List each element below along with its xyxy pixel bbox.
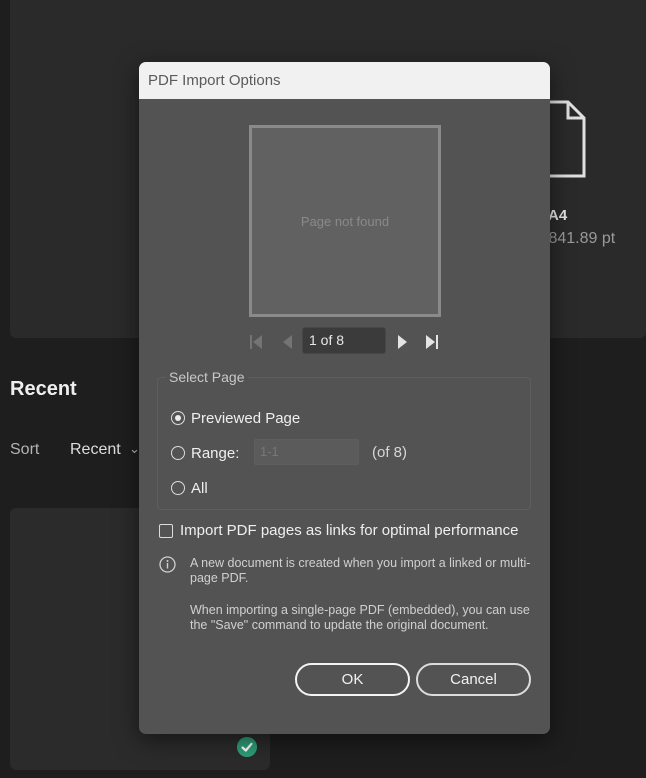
select-page-legend: Select Page (169, 369, 245, 385)
pdf-import-options-dialog: PDF Import Options Page not found 1 of 8… (139, 62, 550, 734)
info-icon (159, 556, 176, 573)
info-text-linked: A new document is created when you impor… (190, 556, 531, 585)
radio-label-previewed-page: Previewed Page (191, 409, 301, 427)
first-page-icon[interactable] (246, 332, 266, 352)
checkmark-icon (237, 737, 257, 757)
last-page-icon[interactable] (423, 332, 443, 352)
select-page-group: Select Page Previewed Page Range: 1-1 (o… (157, 369, 531, 510)
recent-heading: Recent (10, 378, 77, 400)
next-page-icon[interactable] (392, 332, 412, 352)
radio-label-all: All (191, 479, 208, 497)
range-input[interactable]: 1-1 (254, 439, 359, 465)
radio-range[interactable]: Range: (171, 443, 239, 463)
ok-button[interactable]: OK (295, 663, 410, 696)
previous-page-icon[interactable] (278, 332, 298, 352)
range-page-count: (of 8) (372, 444, 408, 461)
dialog-title: PDF Import Options (139, 62, 550, 99)
page-number-input[interactable]: 1 of 8 (302, 327, 386, 354)
import-as-links-checkbox[interactable] (159, 523, 173, 538)
import-as-links-label: Import PDF pages as links for optimal pe… (180, 522, 519, 539)
radio-button[interactable] (171, 411, 185, 425)
radio-label-range: Range: (191, 444, 240, 462)
cancel-button[interactable]: Cancel (416, 663, 531, 696)
page-preview: Page not found (249, 125, 441, 317)
info-message: A new document is created when you impor… (190, 556, 535, 650)
radio-all[interactable]: All (171, 478, 208, 498)
sort-label: Sort (10, 441, 40, 458)
radio-previewed-page[interactable]: Previewed Page (171, 408, 300, 428)
preset-name[interactable]: A4 (548, 207, 567, 224)
import-as-links-option[interactable]: Import PDF pages as links for optimal pe… (159, 522, 518, 539)
radio-button[interactable] (171, 446, 185, 460)
radio-button[interactable] (171, 481, 185, 495)
info-text-single-page: When importing a single-page PDF (embedd… (190, 603, 530, 632)
preview-placeholder-text: Page not found (300, 213, 390, 229)
sort-dropdown[interactable]: Recent (70, 441, 121, 459)
radio-selected-dot (175, 415, 181, 421)
